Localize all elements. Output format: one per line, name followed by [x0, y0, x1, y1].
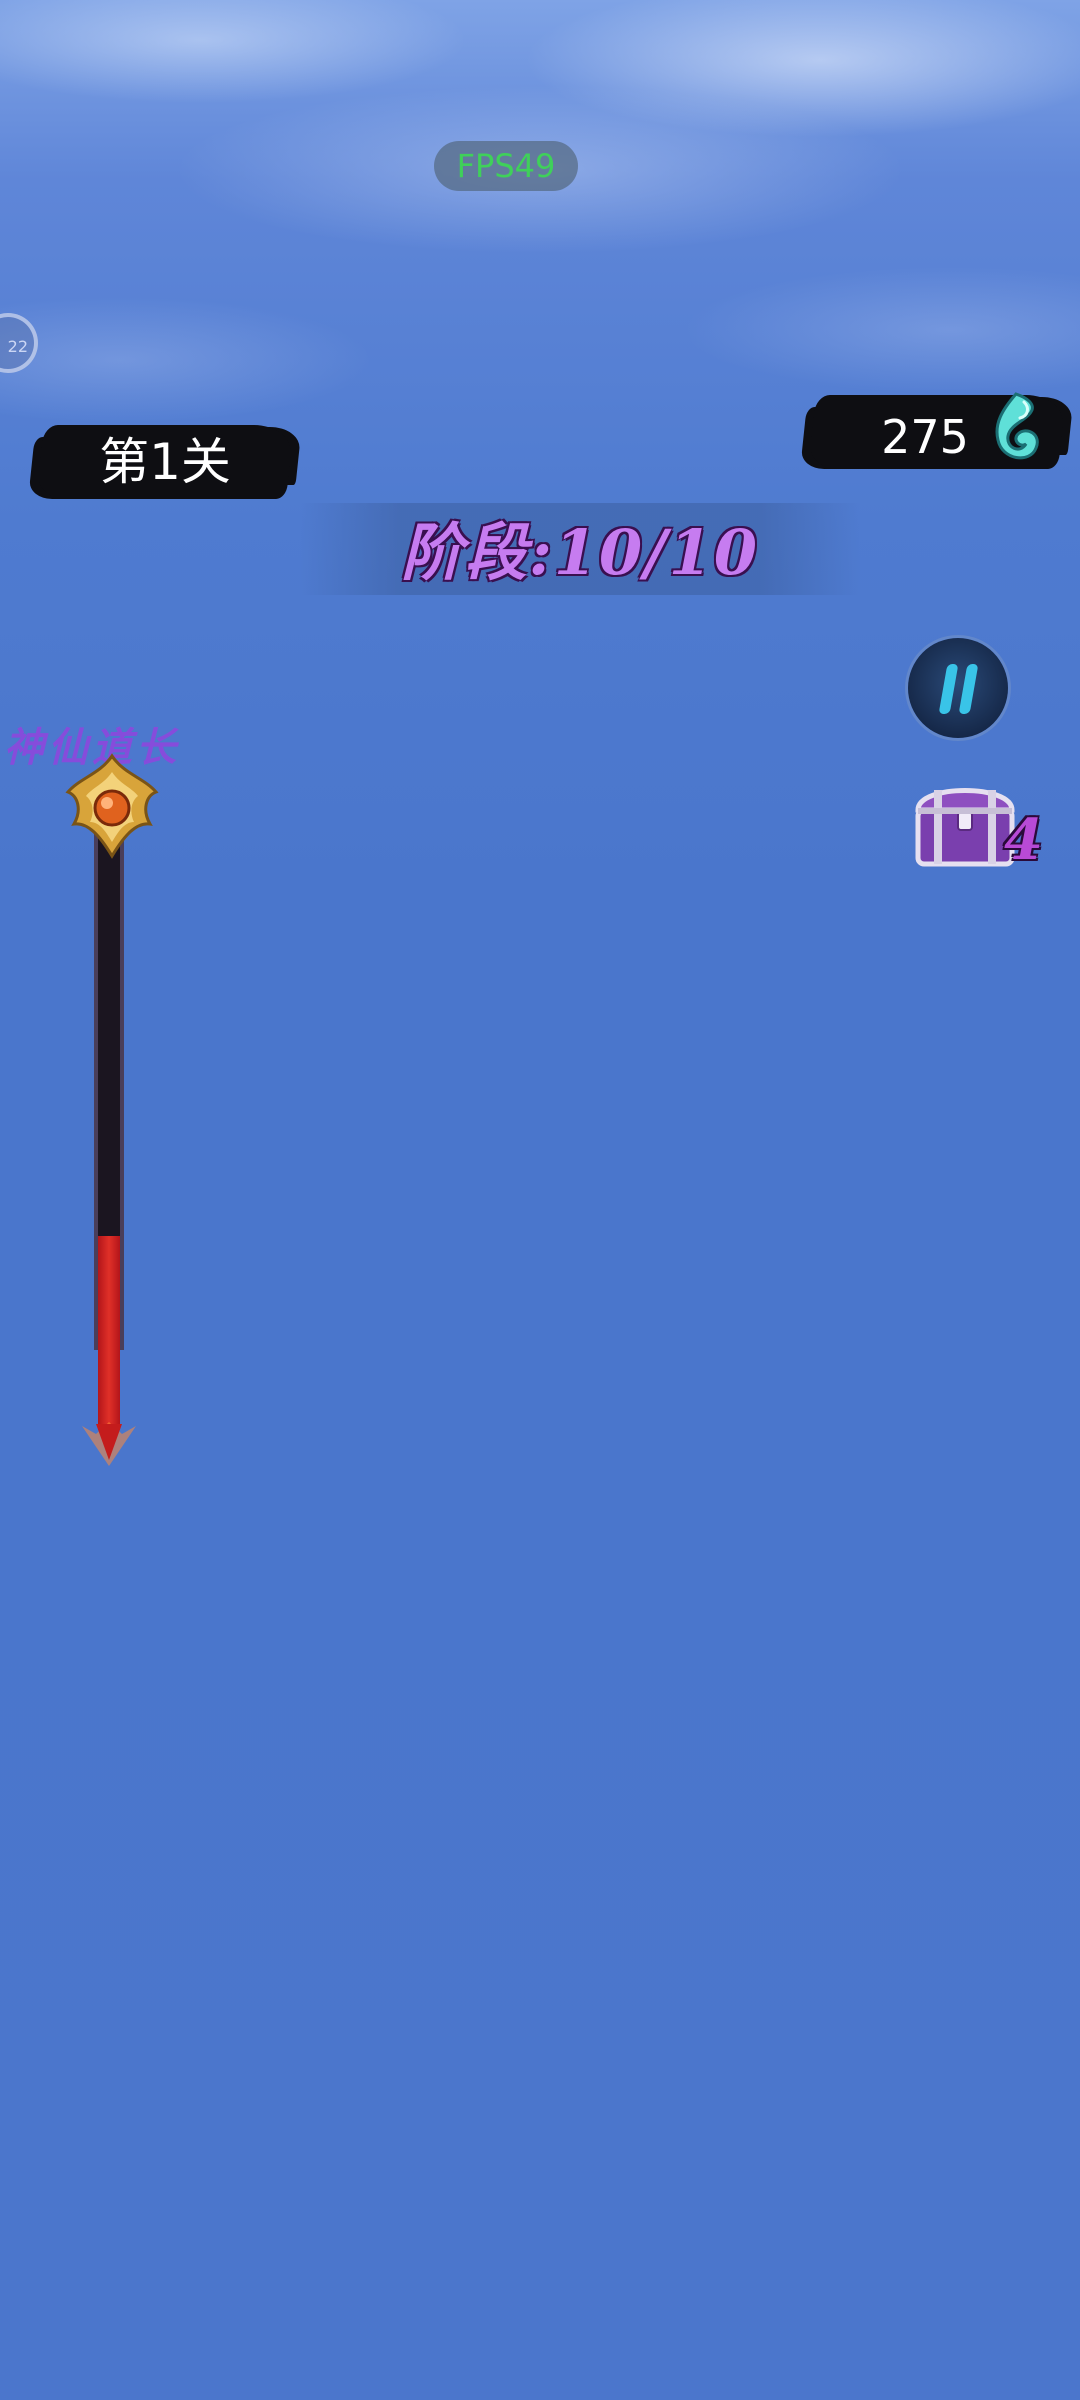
arrow-down-icon: [82, 1422, 136, 1466]
pause-icon-bar: [958, 664, 979, 714]
stage-progress-label: 阶段:10/10: [400, 516, 760, 589]
pause-icon: [938, 664, 959, 714]
level-label: 第1关: [99, 433, 231, 491]
pause-button[interactable]: [908, 638, 1008, 738]
sky-clouds: [0, 0, 1080, 460]
power-gauge-fill: [98, 1236, 120, 1430]
spirit-flame-icon: [995, 392, 1039, 460]
golden-orb-icon: [65, 753, 159, 859]
chest-count: 4: [1004, 807, 1043, 873]
fps-counter: FPS49: [434, 141, 578, 191]
coin-count: 275: [881, 410, 969, 464]
